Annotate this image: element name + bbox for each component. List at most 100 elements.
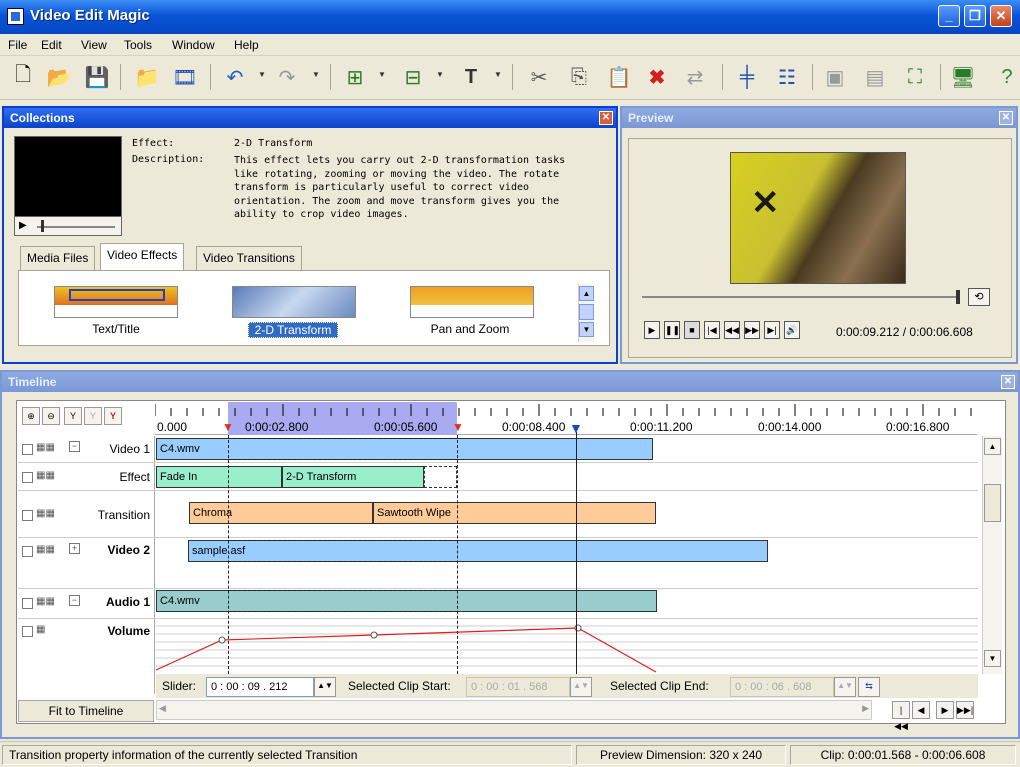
audio1-checkbox[interactable] <box>22 598 33 609</box>
group-icon[interactable]: ☷ <box>772 62 802 92</box>
first-frame-button[interactable]: |◀ <box>704 321 720 339</box>
clip-end-field[interactable]: 0 : 00 : 06 . 608 <box>730 677 834 697</box>
volume-icon[interactable]: 🔊 <box>784 321 800 339</box>
video1-collapse-icon[interactable]: − <box>69 441 80 452</box>
menu-tools[interactable]: Tools <box>124 38 152 52</box>
markers-icon[interactable]: Y <box>104 407 122 425</box>
paste-icon[interactable]: 📋 <box>604 62 634 92</box>
insert-audio-dropdown-icon[interactable]: ▼ <box>436 70 444 79</box>
filmstrip-icon[interactable]: 🎞 <box>170 62 200 92</box>
pan-and-zoom-thumbnail[interactable] <box>410 286 534 318</box>
clip-start-marker-icon[interactable]: ▼ <box>222 420 234 434</box>
delete-icon[interactable]: ✖ <box>642 62 672 92</box>
clip-effect-fade-in[interactable]: Fade In <box>156 466 282 488</box>
clip-end-spinner-icon[interactable]: ▲▼ <box>834 677 856 697</box>
capture-icon[interactable]: ▣ <box>820 62 850 92</box>
go-end-icon[interactable]: ▶▶| <box>956 701 974 719</box>
clip-start-spinner-icon[interactable]: ▲▼ <box>570 677 592 697</box>
timeline-close-icon[interactable]: ✕ <box>1001 375 1015 389</box>
close-button[interactable]: ✕ <box>990 5 1012 27</box>
open-folder-icon[interactable]: 📂 <box>44 62 74 92</box>
undo-icon[interactable]: ↶ <box>220 62 250 92</box>
render-icon[interactable]: 🖥 <box>948 62 978 92</box>
transition-lock-icon[interactable]: ▦▦ <box>36 508 55 519</box>
pause-button[interactable]: ❚❚ <box>664 321 680 339</box>
item-pan-and-zoom[interactable]: Pan and Zoom <box>420 322 520 336</box>
play-icon[interactable]: ▶ <box>19 220 27 231</box>
stop-button[interactable]: ■ <box>684 321 700 339</box>
effects-scrollbar[interactable]: ▲ ▼ <box>578 284 594 342</box>
tab-video-transitions[interactable]: Video Transitions <box>196 246 302 270</box>
video1-lock-icon[interactable]: ▦▦ <box>36 442 55 453</box>
text-title-thumbnail[interactable] <box>54 286 178 318</box>
hscroll-right-icon[interactable]: ▶ <box>862 703 869 714</box>
2d-transform-thumbnail[interactable] <box>232 286 356 318</box>
step-forward-icon[interactable]: ▶ <box>936 701 954 719</box>
cut-icon[interactable]: ✂ <box>524 62 554 92</box>
redo-icon[interactable]: ↷ <box>272 62 302 92</box>
preview-seek-bar[interactable] <box>642 296 960 298</box>
menu-help[interactable]: Help <box>234 38 259 52</box>
clip-transition-sawtooth-wipe[interactable]: Sawtooth Wipe <box>373 502 656 524</box>
preview-seek-thumb[interactable] <box>956 290 960 304</box>
vscroll-up-icon[interactable]: ▲ <box>984 438 1001 455</box>
menu-window[interactable]: Window <box>172 38 215 52</box>
scroll-down-icon[interactable]: ▼ <box>579 322 594 337</box>
prev-frame-button[interactable]: ◀◀ <box>724 321 740 339</box>
fullscreen-icon[interactable]: ⛶ <box>900 62 930 92</box>
add-media-folder-icon[interactable]: 📁 <box>132 62 162 92</box>
slider-time-field[interactable]: 0 : 00 : 09 . 212 <box>206 677 314 697</box>
apply-clip-times-icon[interactable]: ⇆ <box>858 677 880 697</box>
clip-transition-chroma[interactable]: Chroma <box>189 502 373 524</box>
trim-icon[interactable]: Y <box>84 407 102 425</box>
play-button[interactable]: ▶ <box>644 321 660 339</box>
split-clip-icon[interactable]: Y <box>64 407 82 425</box>
copy-icon[interactable]: ⎘ <box>564 62 594 92</box>
maximize-button[interactable]: ❐ <box>964 5 986 27</box>
video1-checkbox[interactable] <box>22 444 33 455</box>
item-text-title[interactable]: Text/Title <box>74 322 158 336</box>
transition-checkbox[interactable] <box>22 510 33 521</box>
tab-media-files[interactable]: Media Files <box>20 246 96 270</box>
loop-icon[interactable]: ⟲ <box>968 288 990 306</box>
save-icon[interactable]: 💾 <box>82 62 112 92</box>
menu-file[interactable]: File <box>8 38 27 52</box>
audio1-lock-icon[interactable]: ▦▦ <box>36 596 55 607</box>
swap-icon[interactable]: ⇄ <box>680 62 710 92</box>
timeline-hscrollbar[interactable]: ◀ ▶ <box>156 700 872 720</box>
fit-to-timeline-button[interactable]: Fit to Timeline <box>18 700 154 722</box>
insert-text-dropdown-icon[interactable]: ▼ <box>494 70 502 79</box>
vscroll-thumb[interactable] <box>984 484 1001 522</box>
volume-checkbox[interactable] <box>22 626 33 637</box>
clip-start-field[interactable]: 0 : 00 : 01 . 568 <box>466 677 570 697</box>
insert-video-icon[interactable]: ⊞ <box>340 62 370 92</box>
item-2d-transform[interactable]: 2-D Transform <box>248 322 338 338</box>
undo-dropdown-icon[interactable]: ▼ <box>258 70 266 79</box>
audio1-collapse-icon[interactable]: − <box>69 595 80 606</box>
volume-envelope[interactable] <box>156 618 978 674</box>
split-icon[interactable]: ╪ <box>732 62 762 92</box>
effect-preview-slider-thumb[interactable] <box>41 220 44 232</box>
timeline-vscrollbar[interactable]: ▲ ▼ <box>982 436 1002 674</box>
zoom-in-icon[interactable]: ⊕ <box>22 407 40 425</box>
scroll-thumb[interactable] <box>579 304 594 320</box>
next-frame-button[interactable]: ▶▶ <box>744 321 760 339</box>
hscroll-left-icon[interactable]: ◀ <box>159 703 166 714</box>
vscroll-down-icon[interactable]: ▼ <box>984 650 1001 667</box>
volume-lock-icon[interactable]: ▦ <box>36 624 45 635</box>
insert-audio-icon[interactable]: ⊟ <box>398 62 428 92</box>
redo-dropdown-icon[interactable]: ▼ <box>312 70 320 79</box>
zoom-out-icon[interactable]: ⊖ <box>42 407 60 425</box>
menu-edit[interactable]: Edit <box>41 38 62 52</box>
effect-checkbox[interactable] <box>22 472 33 483</box>
scroll-up-icon[interactable]: ▲ <box>579 286 594 301</box>
preview-close-icon[interactable]: ✕ <box>999 111 1013 125</box>
help-icon[interactable]: ? <box>992 62 1020 92</box>
menu-view[interactable]: View <box>81 38 107 52</box>
collections-close-icon[interactable]: ✕ <box>599 111 613 125</box>
step-back-icon[interactable]: ◀ <box>912 701 930 719</box>
insert-video-dropdown-icon[interactable]: ▼ <box>378 70 386 79</box>
video2-lock-icon[interactable]: ▦▦ <box>36 544 55 555</box>
clip-end-marker-icon[interactable]: ▼ <box>452 420 464 434</box>
insert-text-icon[interactable]: T <box>456 62 486 92</box>
